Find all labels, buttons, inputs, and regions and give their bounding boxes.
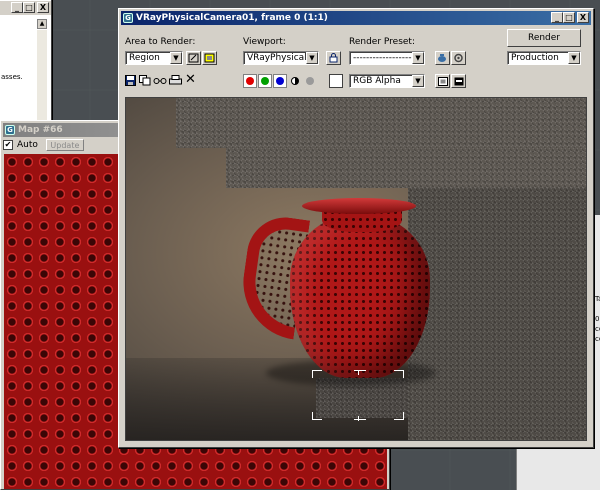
update-button[interactable]: Update	[45, 139, 84, 151]
background-window: _ □ X ▲ asses.	[0, 0, 52, 122]
bg-minimize-button[interactable]: _	[11, 2, 23, 13]
bg-scroll-up[interactable]: ▲	[37, 19, 47, 29]
environment-button[interactable]	[451, 51, 466, 65]
channel-dropdown[interactable]: RGB Alpha ▼	[349, 74, 425, 88]
auto-label: Auto	[17, 140, 38, 150]
render-setup-button[interactable]	[435, 51, 450, 65]
chevron-down-icon: ▼	[412, 75, 424, 87]
clear-button[interactable]: ✕	[185, 73, 197, 87]
production-value: Production	[511, 53, 559, 63]
vfb-title: VRayPhysicalCamera01, frame 0 (1:1)	[136, 13, 328, 23]
right-fragment-2: 01	[595, 315, 600, 323]
app-icon: G	[5, 125, 15, 135]
bg-scroll-track[interactable]	[37, 30, 47, 120]
minimize-button[interactable]: _	[551, 12, 563, 23]
region-corner-top-left[interactable]	[312, 370, 322, 378]
edit-region-icon	[188, 53, 199, 63]
save-image-button[interactable]	[125, 75, 137, 87]
production-dropdown[interactable]: Production ▼	[507, 51, 581, 65]
right-fragment-4: ce	[595, 335, 600, 343]
region-corner-bottom-right[interactable]	[394, 412, 404, 420]
clone-icon	[139, 75, 151, 86]
glasses-button[interactable]	[153, 75, 167, 87]
display-icon	[454, 77, 463, 85]
render-button[interactable]: Render	[507, 29, 581, 47]
color-swatch[interactable]	[329, 74, 343, 88]
region-handle-mid-bottom[interactable]	[358, 416, 359, 421]
blue-dot-icon	[276, 77, 284, 85]
background-window-titlebar: _ □ X	[0, 1, 51, 15]
render-preset-label: Render Preset:	[349, 37, 415, 47]
auto-region-icon	[204, 53, 215, 63]
channel-value: RGB Alpha	[353, 76, 401, 86]
mono-channel-button[interactable]	[303, 74, 317, 88]
display-button[interactable]	[451, 74, 466, 88]
auto-region-button[interactable]	[202, 51, 217, 65]
render-preset-value: -------------------	[353, 53, 415, 63]
green-channel-button[interactable]	[258, 74, 272, 88]
noise-region-right	[408, 188, 586, 440]
red-dot-icon	[246, 77, 254, 85]
bg-close-button[interactable]: X	[37, 2, 49, 13]
render-preset-dropdown[interactable]: ------------------- ▼	[349, 51, 425, 65]
vase-rim	[302, 198, 416, 214]
teapot-icon	[438, 54, 446, 62]
frame-button[interactable]	[435, 74, 450, 88]
maximize-button[interactable]: □	[563, 12, 575, 23]
right-fragment-3: ce	[595, 325, 600, 333]
lock-icon	[329, 53, 338, 63]
bg-maximize-button[interactable]: □	[23, 2, 35, 13]
chevron-down-icon: ▼	[568, 52, 580, 64]
close-button[interactable]: X	[577, 12, 589, 23]
alpha-channel-button[interactable]	[288, 74, 302, 88]
vray-frame-buffer-window: G VRayPhysicalCamera01, frame 0 (1:1) _ …	[118, 8, 594, 448]
area-to-render-dropdown[interactable]: Region ▼	[125, 51, 183, 65]
auto-checkbox[interactable]: ✔	[3, 140, 13, 150]
glasses-icon	[153, 78, 167, 84]
region-corner-top-mid[interactable]	[354, 370, 366, 378]
gray-dot-icon	[306, 77, 314, 85]
map-window-title: Map #66	[18, 125, 63, 135]
red-channel-button[interactable]	[243, 74, 257, 88]
printer-icon	[169, 75, 182, 85]
clone-vfb-button[interactable]	[139, 75, 151, 87]
area-to-render-label: Area to Render:	[125, 37, 196, 47]
app-icon: G	[123, 13, 133, 23]
chevron-down-icon: ▼	[412, 52, 424, 64]
lock-viewport-button[interactable]	[326, 51, 341, 65]
region-corner-top-right[interactable]	[394, 370, 404, 378]
viewport-label: Viewport:	[243, 37, 286, 47]
blue-channel-button[interactable]	[273, 74, 287, 88]
half-circle-icon	[291, 77, 299, 85]
region-corner-bottom-mid[interactable]	[354, 412, 366, 420]
gear-icon	[454, 53, 463, 63]
area-to-render-value: Region	[129, 53, 160, 63]
save-icon	[125, 75, 136, 86]
region-handle-mid-top[interactable]	[358, 370, 359, 375]
green-dot-icon	[261, 77, 269, 85]
viewport-dropdown[interactable]: VRayPhysicalCam ▼	[243, 51, 319, 65]
frame-icon	[437, 76, 448, 86]
chevron-down-icon: ▼	[306, 52, 318, 64]
clear-x-icon: ✕	[185, 72, 196, 87]
right-fragment-1: Ta	[595, 295, 600, 303]
bg-text-fragment: asses.	[1, 73, 23, 81]
render-image-area[interactable]	[125, 97, 587, 441]
channel-color-group	[243, 73, 327, 89]
print-button[interactable]	[169, 75, 182, 87]
chevron-down-icon: ▼	[170, 52, 182, 64]
region-corner-bottom-left[interactable]	[312, 412, 322, 420]
edit-region-button[interactable]	[186, 51, 201, 65]
vase-body	[290, 214, 430, 378]
vfb-titlebar[interactable]: G VRayPhysicalCamera01, frame 0 (1:1) _ …	[121, 11, 591, 25]
noise-region-top	[176, 98, 586, 148]
noise-region-top-step	[226, 148, 586, 188]
